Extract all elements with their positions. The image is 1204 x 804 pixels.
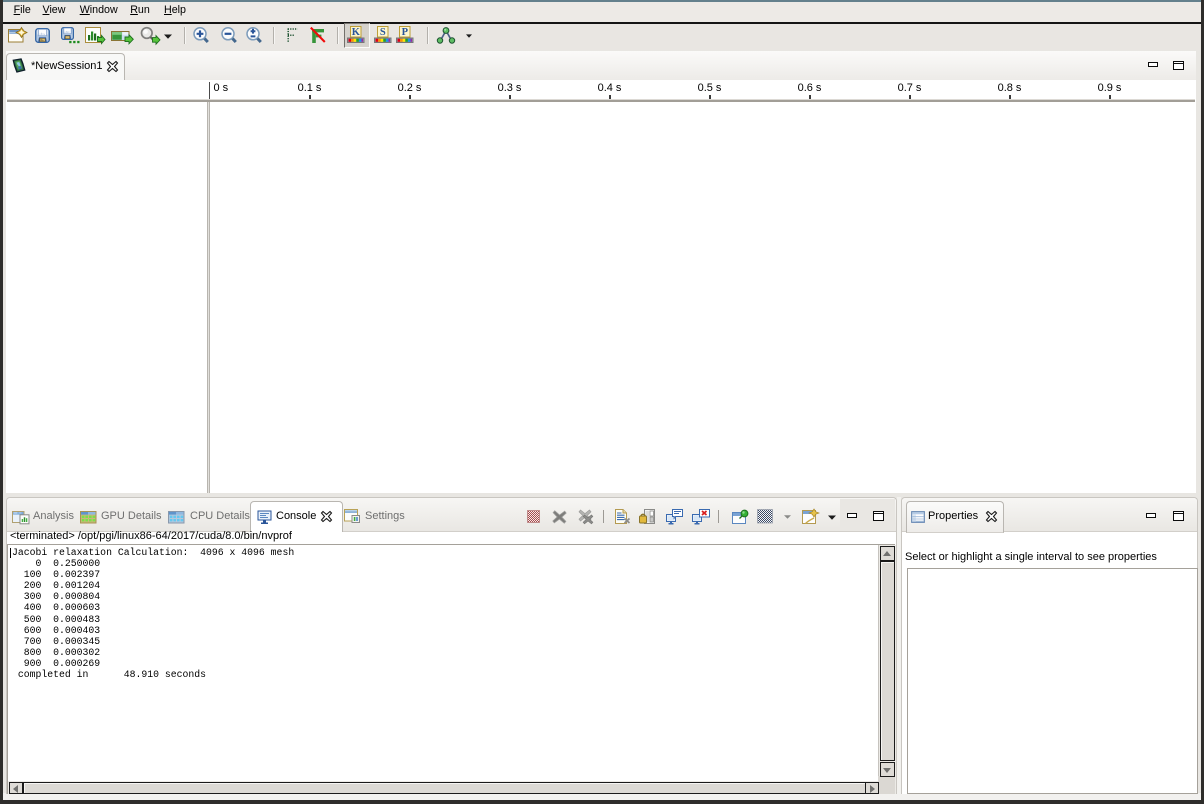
svg-text:S: S bbox=[379, 27, 385, 38]
svg-text:P: P bbox=[401, 27, 408, 38]
svg-text:K: K bbox=[352, 27, 361, 38]
